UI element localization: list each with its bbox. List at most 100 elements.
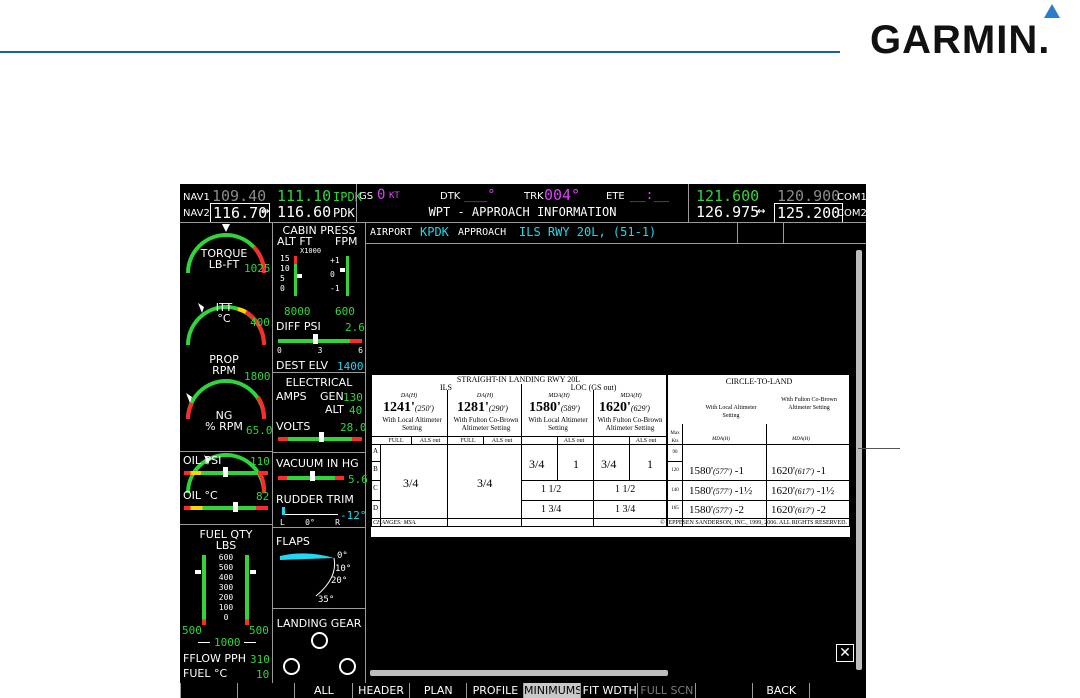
ctl-c-fulton: 1620'(617') -1½ [771, 485, 835, 497]
nav2-standby: 116.60 [277, 203, 332, 221]
speed-b: 120 [671, 468, 679, 473]
diff-psi-label: DIFF PSI [276, 320, 321, 333]
ctl-d-fulton: 1620'(617') -2 [771, 504, 826, 516]
cat-d: D [372, 504, 379, 512]
itt-label: ITT °C [215, 301, 233, 325]
nav2-id: PDK [333, 206, 355, 220]
oil-temp-value: 82 [256, 490, 270, 503]
flaps-mark-0: 0° [337, 551, 348, 561]
gen-label: GEN [320, 390, 344, 403]
volts-value: 28.0 [340, 421, 367, 434]
loc-a-visibility-2: 3/4 [601, 457, 617, 471]
nav2-label: NAV2 [183, 208, 210, 219]
approach-bar: AIRPORT KPDK APPROACH ILS RWY 20L, (51-1… [366, 223, 866, 244]
straight-in-title: STRAIGHT-IN LANDING RWY 20L [456, 375, 581, 384]
swap-icon[interactable]: ↔ [261, 203, 269, 219]
ils-fulton-note: With Fulton Co-Brown Altimeter Setting [453, 416, 519, 432]
loc-d-visibility-2: 1 3/4 [615, 504, 636, 515]
com-swap-icon[interactable]: ↔ [757, 203, 765, 219]
diff-psi-bar [278, 339, 362, 343]
horizontal-scrollbar[interactable] [370, 670, 668, 676]
oil-psi-pointer [223, 467, 228, 477]
ng-label: NG% RPM [205, 409, 243, 433]
page-title: WPT - APPROACH INFORMATION [428, 205, 617, 219]
torque-value: 1025 [244, 262, 271, 275]
airport-value[interactable]: KPDK [420, 225, 449, 239]
da-fulton: 1281'(290') [457, 400, 508, 415]
garmin-logo: GARMIN. [870, 18, 1051, 62]
softkey-blank-9[interactable] [694, 683, 753, 698]
loc-fulton-note: With Fulton Co-Brown Altimeter Setting [597, 416, 663, 432]
softkey-blank-11[interactable] [808, 683, 866, 698]
trk-value: 004° [544, 186, 581, 204]
cat-c: C [373, 484, 378, 492]
com2-standby-box[interactable]: 125.200 [774, 203, 844, 223]
vertical-scrollbar[interactable] [856, 250, 862, 670]
fuel-qty-right-pointer [250, 570, 256, 574]
ils-local-visibility: 3/4 [403, 476, 419, 490]
fuel-temp-value: 10 [256, 668, 270, 681]
gs-label: GS [359, 191, 374, 202]
gen-value: 130 [343, 391, 363, 404]
amps-label: AMPS [276, 390, 307, 403]
mfd-screen: NAV1 109.40 111.10 IPDK NAV2 116.70 ↔ 11… [180, 184, 866, 698]
com2-label: COM2 [837, 208, 866, 219]
cabin-alt-value: 8000 [284, 305, 311, 318]
close-icon[interactable]: ✕ [836, 644, 854, 662]
fuel-qty-left-value: 500 [182, 624, 202, 637]
softkey-profile[interactable]: PROFILE [465, 683, 524, 698]
alt-amps-value: 40 [349, 404, 363, 417]
right-gear-icon [339, 658, 356, 675]
ils-fulton-visibility: 3/4 [477, 476, 493, 490]
oil-temp-label: OIL °C [183, 489, 218, 502]
ctl-ab-fulton: 1620'(617') -1 [771, 465, 826, 477]
approach-minimums-chart: STRAIGHT-IN LANDING RWY 20L ILS LOC (GS … [371, 374, 850, 537]
dtk-label: DTK [440, 191, 461, 202]
ctl-c-local: 1580'(577') -1½ [689, 485, 753, 497]
loc-local-note: With Local Altimeter Setting [528, 416, 588, 432]
fuel-qty-right-value: 500 [249, 624, 269, 637]
nose-gear-icon [311, 632, 328, 649]
vacuum-pointer [310, 471, 315, 481]
loc-a-als: 1 [573, 457, 579, 471]
cabin-fpm-label: FPM [335, 235, 358, 248]
softkey-blank-1[interactable] [237, 683, 295, 698]
approach-value[interactable]: ILS RWY 20L, (51-1) [519, 225, 656, 239]
itt-value: 400 [250, 316, 270, 329]
softkey-fit-wdth[interactable]: FIT WDTH [580, 683, 638, 698]
cabin-fpm-value: 600 [335, 305, 355, 318]
airport-label: AIRPORT [370, 227, 413, 238]
dtk-value: ___° [464, 188, 496, 203]
softkey-minimums[interactable]: MINIMUMS [523, 683, 582, 698]
softkey-blank-0[interactable] [180, 683, 238, 698]
volts-label: VOLTS [276, 420, 311, 433]
diff-psi-pointer [313, 334, 318, 344]
oil-temp-bar [184, 506, 268, 510]
rudder-trim-pointer [282, 507, 285, 515]
softkey-all[interactable]: ALL [294, 683, 352, 698]
ete-value: __:__ [630, 188, 670, 203]
softkey-plan[interactable]: PLAN [408, 683, 467, 698]
vacuum-label: VACUUM IN HG [276, 457, 359, 470]
garmin-delta-icon [1044, 4, 1060, 18]
ctl-d-local: 1580'(577') -2 [689, 504, 744, 516]
loc-a-als-2: 1 [647, 457, 653, 471]
speed-d: 165 [671, 506, 679, 511]
chart-changes: CHANGES: MSA. [373, 520, 417, 526]
prop-value: 1800 [244, 370, 271, 383]
fuel-qty-right-bar [245, 555, 249, 625]
flaps-mark-20: 20° [331, 576, 348, 586]
com2-active: 126.975 [696, 203, 760, 221]
softkey-back[interactable]: BACK [751, 683, 810, 698]
speed-a: 90 [672, 450, 678, 455]
softkey-header[interactable]: HEADER [351, 683, 410, 698]
ils-local-note: With Local Altimeter Setting [382, 416, 442, 432]
vacuum-value: 5.6 [348, 473, 368, 486]
rudder-trim-scale-line [282, 514, 338, 515]
gs-value: 0 [377, 187, 386, 203]
flaps-label: FLAPS [276, 535, 310, 548]
softkey-full-scn[interactable]: FULL SCN [637, 683, 695, 698]
ete-label: ETE [606, 191, 625, 202]
electrical-title: ELECTRICAL [285, 376, 353, 389]
cabin-fpm-scale: +1 0 -1 [330, 256, 340, 293]
